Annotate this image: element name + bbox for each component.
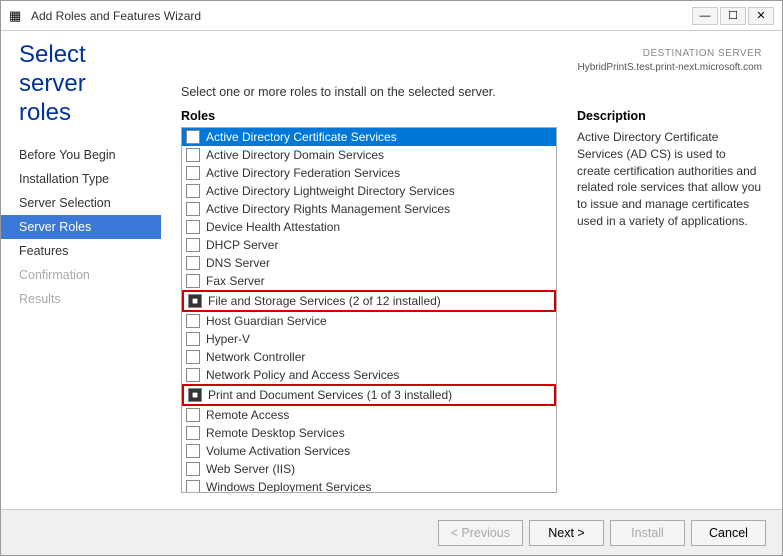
sidebar-item-before-you-begin[interactable]: Before You Begin [1, 143, 161, 167]
role-label: Volume Activation Services [206, 444, 350, 458]
list-item[interactable]: Volume Activation Services [182, 442, 556, 460]
role-label: Host Guardian Service [206, 314, 327, 328]
list-item[interactable]: DHCP Server [182, 236, 556, 254]
list-item[interactable]: Web Server (IIS) [182, 460, 556, 478]
checkbox-file-storage[interactable]: ■ [188, 294, 202, 308]
sidebar-item-results: Results [1, 287, 161, 311]
role-label: Device Health Attestation [206, 220, 340, 234]
checkbox-remote-access[interactable] [186, 408, 200, 422]
roles-column-label: Roles [181, 109, 557, 123]
checkbox-remote-desktop[interactable] [186, 426, 200, 440]
title-bar-left: ▦ Add Roles and Features Wizard [9, 8, 201, 24]
content-area: Select server roles Before You Begin Ins… [1, 31, 782, 509]
checkbox-windows-deployment[interactable] [186, 480, 200, 493]
destination-server-name: HybridPrintS.test.print-next.microsoft.c… [181, 61, 762, 75]
list-item[interactable]: Windows Deployment Services [182, 478, 556, 493]
role-label: Active Directory Certificate Services [206, 130, 397, 144]
checkbox-network-controller[interactable] [186, 350, 200, 364]
role-label: Active Directory Domain Services [206, 148, 384, 162]
role-label: Windows Deployment Services [206, 480, 371, 493]
list-item[interactable]: Device Health Attestation [182, 218, 556, 236]
role-label: Remote Desktop Services [206, 426, 345, 440]
checkbox-ad-lightweight[interactable] [186, 184, 200, 198]
role-label: Active Directory Lightweight Directory S… [206, 184, 455, 198]
description-panel: Description Active Directory Certificate… [577, 109, 762, 493]
description-title: Description [577, 109, 762, 123]
destination-server-info: DESTINATION SERVER HybridPrintS.test.pri… [181, 47, 762, 75]
list-item[interactable]: Active Directory Certificate Services [182, 128, 556, 146]
checkbox-ad-rights[interactable] [186, 202, 200, 216]
install-button[interactable]: Install [610, 520, 685, 546]
checkbox-host-guardian[interactable] [186, 314, 200, 328]
checkbox-print-doc[interactable]: ■ [188, 388, 202, 402]
role-label: Web Server (IIS) [206, 462, 295, 476]
title-bar: ▦ Add Roles and Features Wizard — ☐ ✕ [1, 1, 782, 31]
cancel-button[interactable]: Cancel [691, 520, 766, 546]
list-item-file-storage[interactable]: ■ File and Storage Services (2 of 12 ins… [182, 290, 556, 312]
role-label: DHCP Server [206, 238, 278, 252]
checkbox-web-server[interactable] [186, 462, 200, 476]
sidebar: Select server roles Before You Begin Ins… [1, 31, 161, 509]
role-label: Network Controller [206, 350, 305, 364]
list-item[interactable]: Active Directory Lightweight Directory S… [182, 182, 556, 200]
list-item[interactable]: Network Controller [182, 348, 556, 366]
previous-button[interactable]: < Previous [438, 520, 523, 546]
list-item[interactable]: Network Policy and Access Services [182, 366, 556, 384]
sidebar-item-features[interactable]: Features [1, 239, 161, 263]
footer: < Previous Next > Install Cancel [1, 509, 782, 555]
list-item[interactable]: Remote Access [182, 406, 556, 424]
list-item[interactable]: Hyper-V [182, 330, 556, 348]
role-label: Fax Server [206, 274, 265, 288]
roles-list: Active Directory Certificate Services Ac… [182, 128, 556, 493]
window-title: Add Roles and Features Wizard [31, 9, 201, 23]
instruction-text: Select one or more roles to install on t… [181, 85, 762, 99]
list-item[interactable]: Active Directory Federation Services [182, 164, 556, 182]
checkbox-ad-domain[interactable] [186, 148, 200, 162]
checkbox-device-health[interactable] [186, 220, 200, 234]
checkbox-ad-federation[interactable] [186, 166, 200, 180]
role-label: Hyper-V [206, 332, 250, 346]
list-item[interactable]: Active Directory Domain Services [182, 146, 556, 164]
maximize-button[interactable]: ☐ [720, 7, 746, 25]
list-item[interactable]: Active Directory Rights Management Servi… [182, 200, 556, 218]
checkbox-dhcp[interactable] [186, 238, 200, 252]
page-title: Select server roles [1, 41, 161, 143]
checkbox-ad-cert[interactable] [186, 130, 200, 144]
role-label: Network Policy and Access Services [206, 368, 399, 382]
sidebar-item-installation-type[interactable]: Installation Type [1, 167, 161, 191]
list-item[interactable]: DNS Server [182, 254, 556, 272]
close-button[interactable]: ✕ [748, 7, 774, 25]
checkbox-network-policy[interactable] [186, 368, 200, 382]
role-label: Print and Document Services (1 of 3 inst… [208, 388, 452, 402]
role-label: Active Directory Federation Services [206, 166, 400, 180]
role-label: Active Directory Rights Management Servi… [206, 202, 450, 216]
next-button[interactable]: Next > [529, 520, 604, 546]
role-label: File and Storage Services (2 of 12 insta… [208, 294, 441, 308]
role-label: DNS Server [206, 256, 270, 270]
description-text: Active Directory Certificate Services (A… [577, 129, 762, 230]
roles-area: Roles Active Directory Certificate Servi… [181, 109, 762, 493]
list-item[interactable]: Host Guardian Service [182, 312, 556, 330]
window-icon: ▦ [9, 8, 25, 24]
destination-server-label: DESTINATION SERVER [181, 47, 762, 61]
sidebar-item-server-selection[interactable]: Server Selection [1, 191, 161, 215]
sidebar-item-confirmation: Confirmation [1, 263, 161, 287]
list-item-print-doc[interactable]: ■ Print and Document Services (1 of 3 in… [182, 384, 556, 406]
roles-list-container[interactable]: Active Directory Certificate Services Ac… [181, 127, 557, 493]
sidebar-item-server-roles[interactable]: Server Roles [1, 215, 161, 239]
main-content: DESTINATION SERVER HybridPrintS.test.pri… [161, 31, 782, 509]
checkbox-fax[interactable] [186, 274, 200, 288]
list-item[interactable]: Fax Server [182, 272, 556, 290]
checkbox-volume-activation[interactable] [186, 444, 200, 458]
role-label: Remote Access [206, 408, 289, 422]
checkbox-dns[interactable] [186, 256, 200, 270]
list-item[interactable]: Remote Desktop Services [182, 424, 556, 442]
title-bar-controls: — ☐ ✕ [692, 7, 774, 25]
minimize-button[interactable]: — [692, 7, 718, 25]
wizard-window: ▦ Add Roles and Features Wizard — ☐ ✕ Se… [0, 0, 783, 556]
checkbox-hyper-v[interactable] [186, 332, 200, 346]
roles-panel: Roles Active Directory Certificate Servi… [181, 109, 557, 493]
